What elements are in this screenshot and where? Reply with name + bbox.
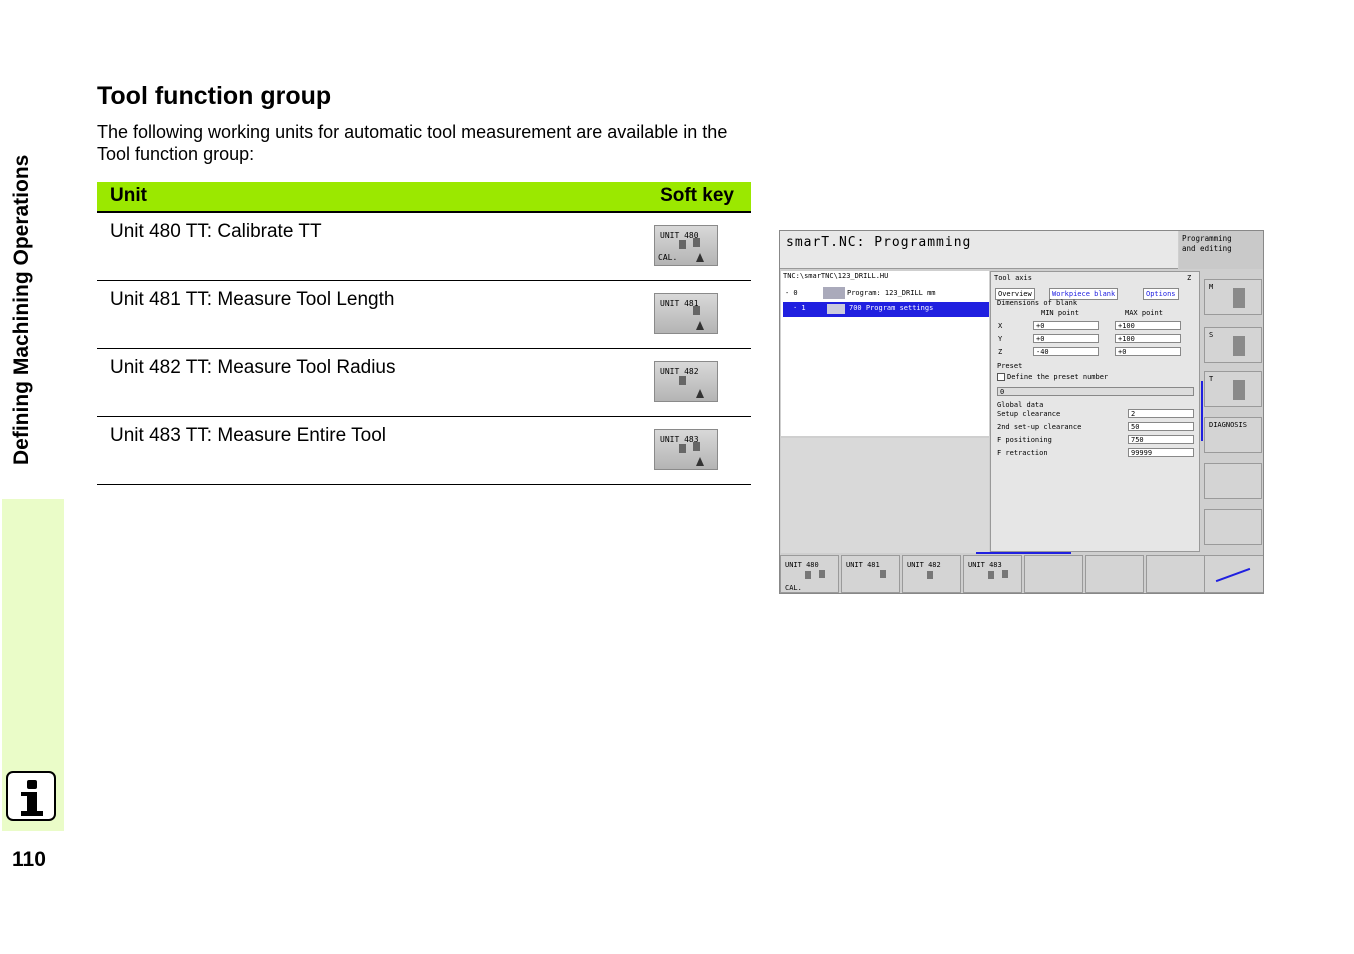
z-min-field[interactable]: -40 (1033, 347, 1099, 356)
row-label: Unit 483 TT: Measure Entire Tool (110, 425, 386, 446)
tool-icon (1233, 380, 1245, 400)
tool-icon (693, 238, 700, 247)
preset-number-field[interactable]: 0 (997, 387, 1194, 396)
softkey-empty[interactable] (1024, 555, 1083, 593)
second-clearance-field[interactable]: 50 (1128, 422, 1194, 431)
settings-icon (827, 304, 845, 314)
preset-checkbox-label: Define the preset number (1007, 373, 1109, 381)
tool-icon (880, 570, 886, 578)
tool-icon (693, 442, 700, 451)
y-max-field[interactable]: +100 (1115, 334, 1181, 343)
softkey-unit-481[interactable]: UNIT 481 (841, 555, 900, 593)
tree-item-selected[interactable]: · 1 700 Program settings (783, 302, 989, 317)
softkey-unit-482[interactable]: UNIT 482 (902, 555, 961, 593)
tool-icon (927, 571, 933, 579)
info-icon (6, 771, 56, 821)
softkey-unit-480[interactable]: UNIT 480 CAL. (780, 555, 839, 593)
header-softkey: Soft key (660, 185, 734, 206)
x-min-field[interactable]: +0 (1033, 321, 1099, 330)
probe-icon (696, 253, 704, 262)
f-retraction-label: F retraction (997, 449, 1048, 457)
tool-icon (679, 444, 686, 453)
softkey-next-row[interactable] (1204, 555, 1263, 593)
page-number: 110 (12, 848, 46, 871)
control-screenshot: smarT.NC: Programming Programming and ed… (779, 230, 1264, 594)
table-row: Unit 480 TT: Calibrate TT UNIT 480 CAL. (97, 213, 751, 281)
graphics-area (781, 438, 989, 553)
program-tree: TNC:\smarTNC\123_DRILL.HU - 0 Program: 1… (781, 271, 989, 436)
machine-icon (1233, 288, 1245, 308)
probe-icon (819, 570, 825, 578)
unit-480-softkey: UNIT 480 CAL. (654, 225, 718, 266)
y-min-field[interactable]: +0 (1033, 334, 1099, 343)
tool-icon (679, 240, 686, 249)
softkey-t[interactable]: T (1204, 371, 1262, 407)
scrollbar[interactable] (1201, 381, 1203, 441)
table-row: Unit 481 TT: Measure Tool Length UNIT 48… (97, 281, 751, 349)
tool-icon (679, 376, 686, 385)
form-panel: Tool axis Z Overview Workpiece blank Opt… (990, 271, 1200, 552)
unit-482-softkey: UNIT 482 (654, 361, 718, 402)
x-max-field[interactable]: +100 (1115, 321, 1181, 330)
screen-title: smarT.NC: Programming (786, 235, 972, 250)
arrow-icon (1215, 567, 1251, 583)
tool-icon (693, 306, 700, 315)
softkey-empty[interactable] (1204, 463, 1262, 499)
header-unit: Unit (110, 185, 147, 206)
setup-clearance-field[interactable]: 2 (1128, 409, 1194, 418)
screen-title-bar: smarT.NC: Programming (780, 231, 1178, 269)
section-heading: Tool function group (97, 82, 332, 110)
softkey-diagnosis[interactable]: DIAGNOSIS (1204, 417, 1262, 453)
form-tabs: Overview Workpiece blank Options (995, 288, 1195, 300)
mode-indicator: Programming and editing (1179, 231, 1263, 269)
preset-checkbox[interactable] (997, 373, 1005, 381)
axis-x-label: X (998, 322, 1003, 330)
tab-options[interactable]: Options (1143, 288, 1179, 300)
probe-icon (696, 457, 704, 466)
program-icon (823, 287, 845, 299)
focus-indicator (976, 552, 1071, 554)
intro-paragraph: The following working units for automati… (97, 122, 728, 164)
row-label: Unit 480 TT: Calibrate TT (110, 221, 322, 242)
min-label: MIN point (1041, 309, 1079, 317)
softkey-s[interactable]: S (1204, 327, 1262, 363)
probe-icon (696, 389, 704, 398)
axis-y-label: Y (998, 335, 1003, 343)
setup-clearance-label: Setup clearance (997, 410, 1061, 418)
tool-icon (805, 571, 811, 579)
unit-table: Unit Soft key Unit 480 TT: Calibrate TT … (97, 182, 751, 485)
softkey-empty[interactable] (1085, 555, 1144, 593)
f-retraction-field[interactable]: 99999 (1128, 448, 1194, 457)
max-label: MAX point (1125, 309, 1163, 317)
second-clearance-label: 2nd set-up clearance (997, 423, 1082, 431)
horizontal-softkeys: UNIT 480 CAL. UNIT 481 UNIT 482 UNIT 483 (780, 555, 1263, 593)
tool-axis-label: Tool axis (994, 274, 1032, 282)
preset-label: Preset (997, 362, 1023, 370)
global-data-label: Global data (997, 401, 1044, 409)
table-row: Unit 482 TT: Measure Tool Radius UNIT 48… (97, 349, 751, 417)
table-row: Unit 483 TT: Measure Entire Tool UNIT 48… (97, 417, 751, 485)
chapter-title: Defining Machining Operations (10, 154, 33, 465)
softkey-empty[interactable] (1146, 555, 1205, 593)
softkey-unit-483[interactable]: UNIT 483 (963, 555, 1022, 593)
tool-icon (988, 571, 994, 579)
row-label: Unit 481 TT: Measure Tool Length (110, 289, 395, 310)
axis-z-label: Z (998, 348, 1003, 356)
unit-481-softkey: UNIT 481 (654, 293, 718, 334)
tool-axis-value: Z (1187, 274, 1192, 282)
f-positioning-field[interactable]: 750 (1128, 435, 1194, 444)
file-path: TNC:\smarTNC\123_DRILL.HU (783, 272, 889, 280)
softkey-m[interactable]: M (1204, 279, 1262, 315)
unit-483-softkey: UNIT 483 (654, 429, 718, 470)
table-header: Unit Soft key (97, 182, 751, 213)
tool-icon (1002, 570, 1008, 578)
softkey-empty[interactable] (1204, 509, 1262, 545)
probe-icon (696, 321, 704, 330)
f-positioning-label: F positioning (997, 436, 1052, 444)
row-label: Unit 482 TT: Measure Tool Radius (110, 357, 396, 378)
mode-text: Programming and editing (1182, 234, 1232, 253)
dimensions-label: Dimensions of blank (997, 299, 1078, 307)
spindle-icon (1233, 336, 1245, 356)
z-max-field[interactable]: +0 (1115, 347, 1181, 356)
